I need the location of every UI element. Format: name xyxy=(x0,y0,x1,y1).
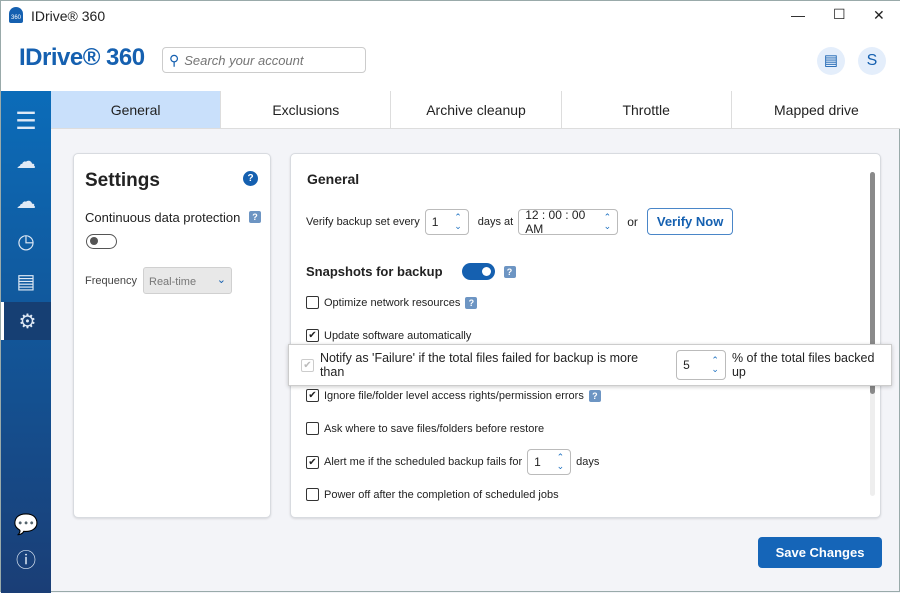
option-optimize-network[interactable]: Optimize network resources? xyxy=(306,296,478,309)
app-icon: 360 xyxy=(9,7,23,23)
search-box[interactable]: ⚲ xyxy=(162,47,366,73)
option-label: Ask where to save files/folders before r… xyxy=(324,422,545,435)
tab-general[interactable]: General xyxy=(51,91,222,128)
option-ignore-permission-errors[interactable]: ✔ Ignore file/folder level access rights/… xyxy=(306,389,601,402)
maximize-button[interactable]: ☐ xyxy=(833,6,846,23)
snapshots-label: Snapshots for backup xyxy=(306,264,443,279)
option-update-software[interactable]: ✔ Update software automatically xyxy=(306,329,471,342)
chat-icon[interactable]: 💬 xyxy=(1,505,51,543)
chevron-down-icon: ⌄ xyxy=(216,274,226,286)
snapshots-toggle[interactable] xyxy=(461,263,495,280)
tab-archive-cleanup[interactable]: Archive cleanup xyxy=(391,91,562,128)
stepper-arrows-icon[interactable]: ⌃ ⌄ xyxy=(604,212,612,231)
settings-title: Settings xyxy=(85,170,160,191)
frequency-value: Real-time xyxy=(149,276,197,288)
tab-throttle[interactable]: Throttle xyxy=(562,91,732,128)
verify-now-button[interactable]: Verify Now xyxy=(646,208,734,235)
server-icon[interactable]: ▤ xyxy=(1,262,51,300)
or-label: or xyxy=(627,214,638,229)
cloud-download-icon[interactable]: ☁ xyxy=(1,182,51,220)
checkbox-checked[interactable]: ✔ xyxy=(306,329,319,342)
stepper-arrows-icon[interactable]: ⌃ ⌄ xyxy=(557,453,565,471)
option-power-off[interactable]: Power off after the completion of schedu… xyxy=(306,488,559,501)
notify-label: Notify as 'Failure' if the total files f… xyxy=(319,351,639,379)
checkbox[interactable] xyxy=(306,422,319,435)
minimize-button[interactable]: — xyxy=(791,7,805,23)
menu-icon[interactable]: ☰ xyxy=(1,102,51,140)
stepper-arrows-icon[interactable]: ⌃ ⌄ xyxy=(454,212,462,231)
checkbox[interactable] xyxy=(306,488,319,501)
stepper-arrows-icon[interactable]: ⌃ ⌄ xyxy=(711,356,719,374)
help-icon[interactable]: ? xyxy=(465,296,478,309)
close-button[interactable]: ✕ xyxy=(873,7,885,24)
help-icon[interactable]: ⓘ xyxy=(1,539,51,577)
window-title: IDrive® 360 xyxy=(31,8,106,24)
verify-row: Verify backup set every 1 ⌃ ⌄ days at 12 :… xyxy=(306,207,734,236)
settings-help-icon[interactable]: ? xyxy=(243,171,258,186)
schedule-icon[interactable]: ◷ xyxy=(1,222,51,260)
checkbox[interactable] xyxy=(306,296,319,309)
notify-percent-value: 5 xyxy=(683,358,690,372)
notify-checkbox[interactable]: ✔ xyxy=(301,358,314,372)
tab-exclusions[interactable]: Exclusions xyxy=(221,91,392,128)
option-ask-restore-location[interactable]: Ask where to save files/folders before r… xyxy=(306,422,544,435)
snapshots-help-icon[interactable]: ? xyxy=(503,265,516,278)
verify-days-value: 1 xyxy=(431,214,439,229)
help-icon[interactable]: ? xyxy=(588,389,601,402)
tab-mapped-drive[interactable]: Mapped drive xyxy=(732,91,900,128)
checkbox-checked[interactable]: ✔ xyxy=(306,455,319,469)
settings-card: Settings ? Continuous data protection ? … xyxy=(73,153,271,518)
search-input[interactable] xyxy=(184,52,355,68)
option-label: Ignore file/folder level access rights/p… xyxy=(324,389,584,402)
calendar-icon[interactable]: ▤ xyxy=(817,47,845,75)
option-label: Power off after the completion of schedu… xyxy=(324,488,559,501)
frequency-select[interactable]: Real-time ⌄ xyxy=(143,267,232,294)
general-title: General xyxy=(307,171,360,187)
save-changes-button[interactable]: Save Changes xyxy=(758,537,882,568)
verify-days-stepper[interactable]: 1 ⌃ ⌄ xyxy=(424,208,469,235)
alert-days-suffix: days xyxy=(576,456,600,468)
logo: IDrive® 360 xyxy=(19,44,145,71)
cdp-toggle[interactable] xyxy=(86,234,117,249)
title-bar: 360 IDrive® 360 — ☐ ✕ xyxy=(1,1,900,31)
option-alert-backup-fails[interactable]: ✔ Alert me if the scheduled backup fails … xyxy=(306,449,599,475)
time-value: 12 : 00 : 00 AM xyxy=(525,207,586,236)
tab-bar: General Exclusions Archive cleanup Throt… xyxy=(51,91,900,129)
notify-suffix: % of the total files backed up xyxy=(731,351,875,379)
scrollbar[interactable] xyxy=(870,172,875,496)
sidebar: ☰ ☁ ☁ ◷ ▤ ⚙ 💬 ⓘ xyxy=(1,91,51,593)
days-at-label: days at xyxy=(477,215,514,228)
option-label: Optimize network resources xyxy=(324,296,461,309)
cloud-upload-icon[interactable]: ☁ xyxy=(1,142,51,180)
cdp-label: Continuous data protection xyxy=(85,210,241,225)
settings-icon[interactable]: ⚙ xyxy=(1,302,51,340)
search-icon: ⚲ xyxy=(169,51,180,68)
alert-days-stepper[interactable]: 1 ⌃ ⌄ xyxy=(527,449,572,475)
checkbox-checked[interactable]: ✔ xyxy=(306,389,319,402)
avatar[interactable]: S xyxy=(858,47,886,75)
app-header: IDrive® 360 ⚲ ▤ S xyxy=(1,31,900,91)
alert-days-value: 1 xyxy=(534,455,541,469)
snapshots-row: Snapshots for backup ? xyxy=(306,263,516,280)
option-label: Update software automatically xyxy=(324,329,472,342)
option-label: Alert me if the scheduled backup fails f… xyxy=(324,456,523,468)
cdp-help-icon[interactable]: ? xyxy=(249,211,261,223)
frequency-label: Frequency xyxy=(85,275,137,287)
time-picker[interactable]: 12 : 00 : 00 AM ⌃ ⌄ xyxy=(518,207,619,236)
notify-failure-row: ✔ Notify as 'Failure' if the total files… xyxy=(288,344,892,386)
verify-label: Verify backup set every xyxy=(306,215,420,228)
notify-percent-stepper[interactable]: 5 ⌃ ⌄ xyxy=(676,350,726,380)
